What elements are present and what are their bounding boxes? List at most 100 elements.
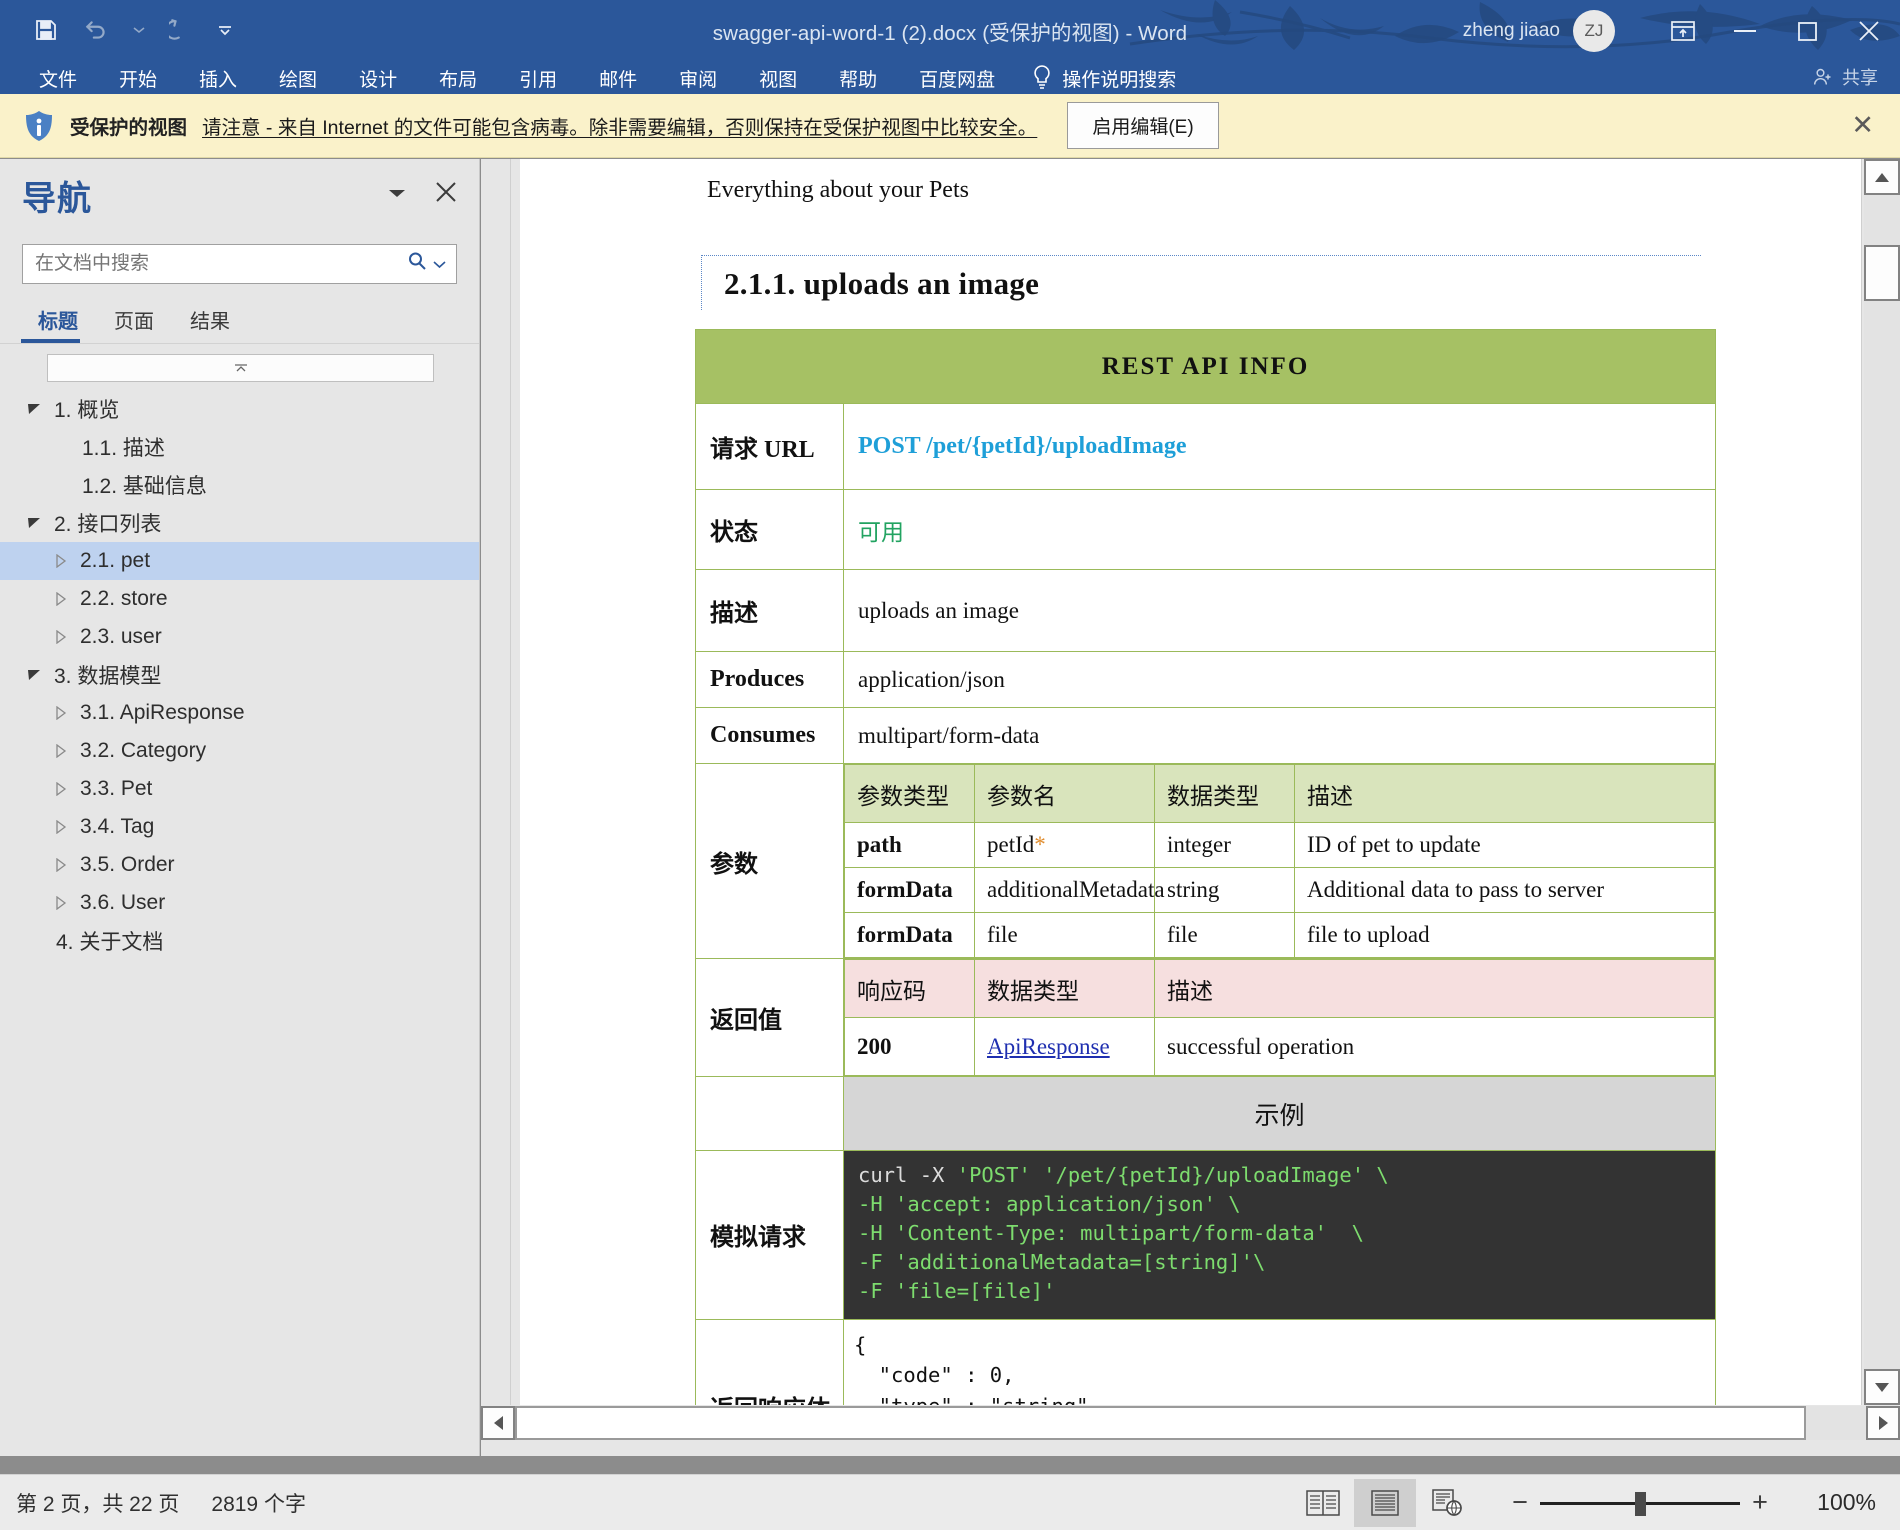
horizontal-scroll-track[interactable] (515, 1406, 1806, 1440)
nav-collapse-box[interactable] (47, 354, 434, 382)
triangle-down-icon[interactable] (22, 669, 48, 681)
api-response-link[interactable]: ApiResponse (987, 1034, 1110, 1059)
word-count[interactable]: 2819 个字 (211, 1488, 306, 1518)
search-input[interactable] (35, 253, 407, 275)
scrollbar-thumb[interactable] (1864, 245, 1900, 301)
info-shield-icon (22, 109, 56, 143)
zoom-slider-handle[interactable] (1635, 1491, 1646, 1516)
nav-item-8[interactable]: 3.1. ApiResponse (0, 694, 479, 732)
chevron-down-icon[interactable] (387, 186, 407, 204)
ribbon-tab-2[interactable]: 插入 (178, 62, 258, 94)
triangle-right-icon[interactable] (48, 820, 74, 834)
maximize-icon[interactable] (1776, 0, 1838, 62)
nav-item-label: 2.3. user (80, 625, 162, 648)
save-icon[interactable] (24, 8, 68, 52)
horizontal-scrollbar[interactable] (481, 1405, 1900, 1441)
triangle-right-icon[interactable] (48, 782, 74, 796)
ribbon-tab-1[interactable]: 开始 (98, 62, 178, 94)
close-icon[interactable]: ✕ (1851, 110, 1874, 141)
triangle-right-icon[interactable] (48, 554, 74, 568)
value-request-url: POST /pet/{petId}/uploadImage (843, 403, 1716, 490)
window-controls[interactable] (1652, 0, 1900, 62)
scroll-right-button[interactable] (1866, 1406, 1900, 1440)
ribbon-tab-3[interactable]: 绘图 (258, 62, 338, 94)
navigation-tabs[interactable]: 标题 页面 结果 (20, 301, 479, 343)
triangle-right-icon[interactable] (48, 592, 74, 606)
nav-item-6[interactable]: 2.3. user (0, 618, 479, 656)
nav-tab-1[interactable]: 页面 (96, 301, 172, 343)
scroll-up-button[interactable] (1864, 159, 1900, 195)
nav-item-3[interactable]: 2. 接口列表 (0, 504, 479, 542)
close-icon[interactable] (1838, 0, 1900, 62)
nav-item-12[interactable]: 3.5. Order (0, 846, 479, 884)
response-datatype[interactable]: ApiResponse (974, 1017, 1155, 1076)
zoom-in-button[interactable]: + (1740, 1487, 1780, 1518)
ribbon-display-options-icon[interactable] (1652, 0, 1714, 62)
param-datatype: file (1154, 912, 1295, 958)
navigation-tree[interactable]: 1. 概览 1.1. 描述 1.2. 基础信息 2. 接口列表 2.1. pet 2.2.… (0, 390, 479, 960)
param-description: ID of pet to update (1294, 822, 1715, 868)
search-box[interactable] (22, 244, 457, 284)
scroll-left-button[interactable] (481, 1406, 515, 1440)
web-layout-icon[interactable] (1416, 1479, 1478, 1527)
triangle-right-icon[interactable] (48, 858, 74, 872)
ribbon-tab-0[interactable]: 文件 (18, 62, 99, 94)
undo-icon[interactable] (74, 8, 118, 52)
ribbon-tab-6[interactable]: 引用 (498, 62, 578, 94)
nav-item-14[interactable]: 4. 关于文档 (0, 922, 479, 960)
nav-item-0[interactable]: 1. 概览 (0, 390, 479, 428)
zoom-control[interactable]: − + 100% (1500, 1487, 1900, 1518)
nav-item-5[interactable]: 2.2. store (0, 580, 479, 618)
nav-item-label: 3. 数据模型 (54, 665, 162, 688)
scroll-down-button[interactable] (1864, 1369, 1900, 1405)
print-layout-icon[interactable] (1354, 1478, 1416, 1527)
share-button[interactable]: 共享 (1813, 64, 1878, 90)
ribbon-tab-11[interactable]: 百度网盘 (898, 62, 1016, 94)
vertical-scrollbar[interactable] (1864, 159, 1900, 1405)
nav-tab-2[interactable]: 结果 (172, 301, 248, 343)
redo-icon[interactable] (160, 8, 204, 52)
ribbon-tab-8[interactable]: 审阅 (658, 62, 738, 94)
zoom-slider[interactable] (1540, 1490, 1740, 1516)
mock-request-cell: curl -X 'POST' '/pet/{petId}/uploadImage… (843, 1150, 1716, 1320)
nav-item-13[interactable]: 3.6. User (0, 884, 479, 922)
nav-item-4[interactable]: 2.1. pet (0, 542, 479, 580)
ribbon-tab-10[interactable]: 帮助 (818, 62, 898, 94)
undo-dropdown-icon[interactable] (124, 8, 154, 52)
nav-item-label: 2.1. pet (80, 549, 151, 572)
ribbon-tab-7[interactable]: 邮件 (578, 62, 658, 94)
read-mode-icon[interactable] (1292, 1479, 1354, 1527)
zoom-out-button[interactable]: − (1500, 1487, 1540, 1518)
triangle-right-icon[interactable] (48, 630, 74, 644)
zoom-percent[interactable]: 100% (1796, 1489, 1876, 1516)
account-area[interactable]: zheng jiaao ZJ (1463, 0, 1615, 62)
nav-item-7[interactable]: 3. 数据模型 (0, 656, 479, 694)
ribbon-tab-4[interactable]: 设计 (338, 62, 418, 94)
ribbon-tabs[interactable]: 文件 开始 插入 绘图 设计 布局 引用 邮件 审阅 视图 帮助 百度网盘 操作说明搜索 (0, 62, 1900, 94)
triangle-right-icon[interactable] (48, 744, 74, 758)
nav-tab-0[interactable]: 标题 (20, 301, 96, 343)
nav-item-2[interactable]: 1.2. 基础信息 (0, 466, 479, 504)
triangle-right-icon[interactable] (48, 896, 74, 910)
ribbon-tab-5[interactable]: 布局 (418, 62, 498, 94)
triangle-right-icon[interactable] (48, 706, 74, 720)
tell-me-search[interactable]: 操作说明搜索 (1032, 65, 1176, 92)
chevron-down-icon[interactable] (433, 257, 446, 272)
nav-item-9[interactable]: 3.2. Category (0, 732, 479, 770)
avatar[interactable]: ZJ (1573, 10, 1615, 52)
enable-editing-button[interactable]: 启用编辑(E) (1067, 102, 1219, 149)
page-indicator[interactable]: 第 2 页，共 22 页 (16, 1488, 179, 1518)
customize-qat-icon[interactable] (210, 8, 240, 52)
triangle-down-icon[interactable] (22, 403, 48, 415)
close-icon[interactable] (435, 181, 457, 210)
nav-item-label: 3.2. Category (80, 739, 207, 762)
nav-item-1[interactable]: 1.1. 描述 (0, 428, 479, 466)
search-icon[interactable] (407, 251, 427, 277)
nav-item-10[interactable]: 3.3. Pet (0, 770, 479, 808)
quick-access-toolbar[interactable] (24, 8, 240, 52)
ribbon-tab-bar[interactable]: 文件 开始 插入 绘图 设计 布局 引用 邮件 审阅 视图 帮助 百度网盘 操作说明搜索 共享 (0, 62, 1900, 94)
minimize-icon[interactable] (1714, 0, 1776, 62)
triangle-down-icon[interactable] (22, 517, 48, 529)
ribbon-tab-9[interactable]: 视图 (738, 62, 818, 94)
nav-item-11[interactable]: 3.4. Tag (0, 808, 479, 846)
